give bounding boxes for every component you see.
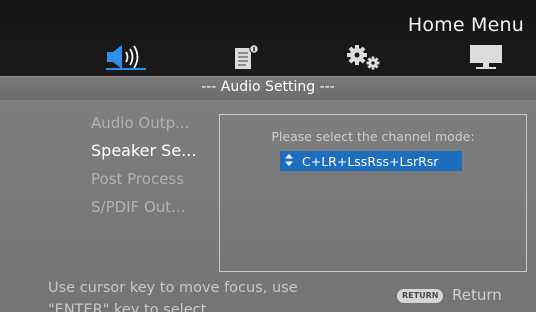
menu-item-audio-output[interactable]: Audio Outp... — [91, 114, 189, 132]
channel-mode-value: C+LR+LssRss+LsrRsr — [302, 153, 439, 169]
page-title: Home Menu — [407, 14, 524, 36]
document-icon[interactable] — [232, 44, 262, 70]
section-title: --- Audio Setting --- — [201, 79, 335, 95]
return-label[interactable]: Return — [452, 286, 502, 304]
monitor-icon[interactable] — [468, 44, 504, 70]
gear-icon[interactable] — [345, 44, 385, 70]
channel-mode-prompt: Please select the channel mode: — [271, 129, 475, 144]
section-header: --- Audio Setting --- — [0, 76, 536, 101]
menu-item-speaker-setup[interactable]: Speaker Se... — [91, 141, 196, 160]
return-key-badge: RETURN — [397, 289, 444, 303]
help-text: Use cursor key to move focus, use "ENTER… — [48, 280, 298, 312]
channel-mode-panel: Please select the channel mode: C+LR+Lss… — [219, 114, 527, 272]
speaker-icon[interactable] — [106, 44, 146, 70]
home-menu-screen: Home Menu --- Audio Setting --- Audio Ou… — [0, 0, 536, 312]
menu-item-post-process[interactable]: Post Process — [91, 170, 184, 188]
channel-mode-select[interactable]: C+LR+LssRss+LsrRsr — [280, 151, 462, 171]
menu-item-spdif-output[interactable]: S/PDIF Out... — [91, 198, 186, 216]
up-down-arrows-icon — [284, 153, 302, 170]
